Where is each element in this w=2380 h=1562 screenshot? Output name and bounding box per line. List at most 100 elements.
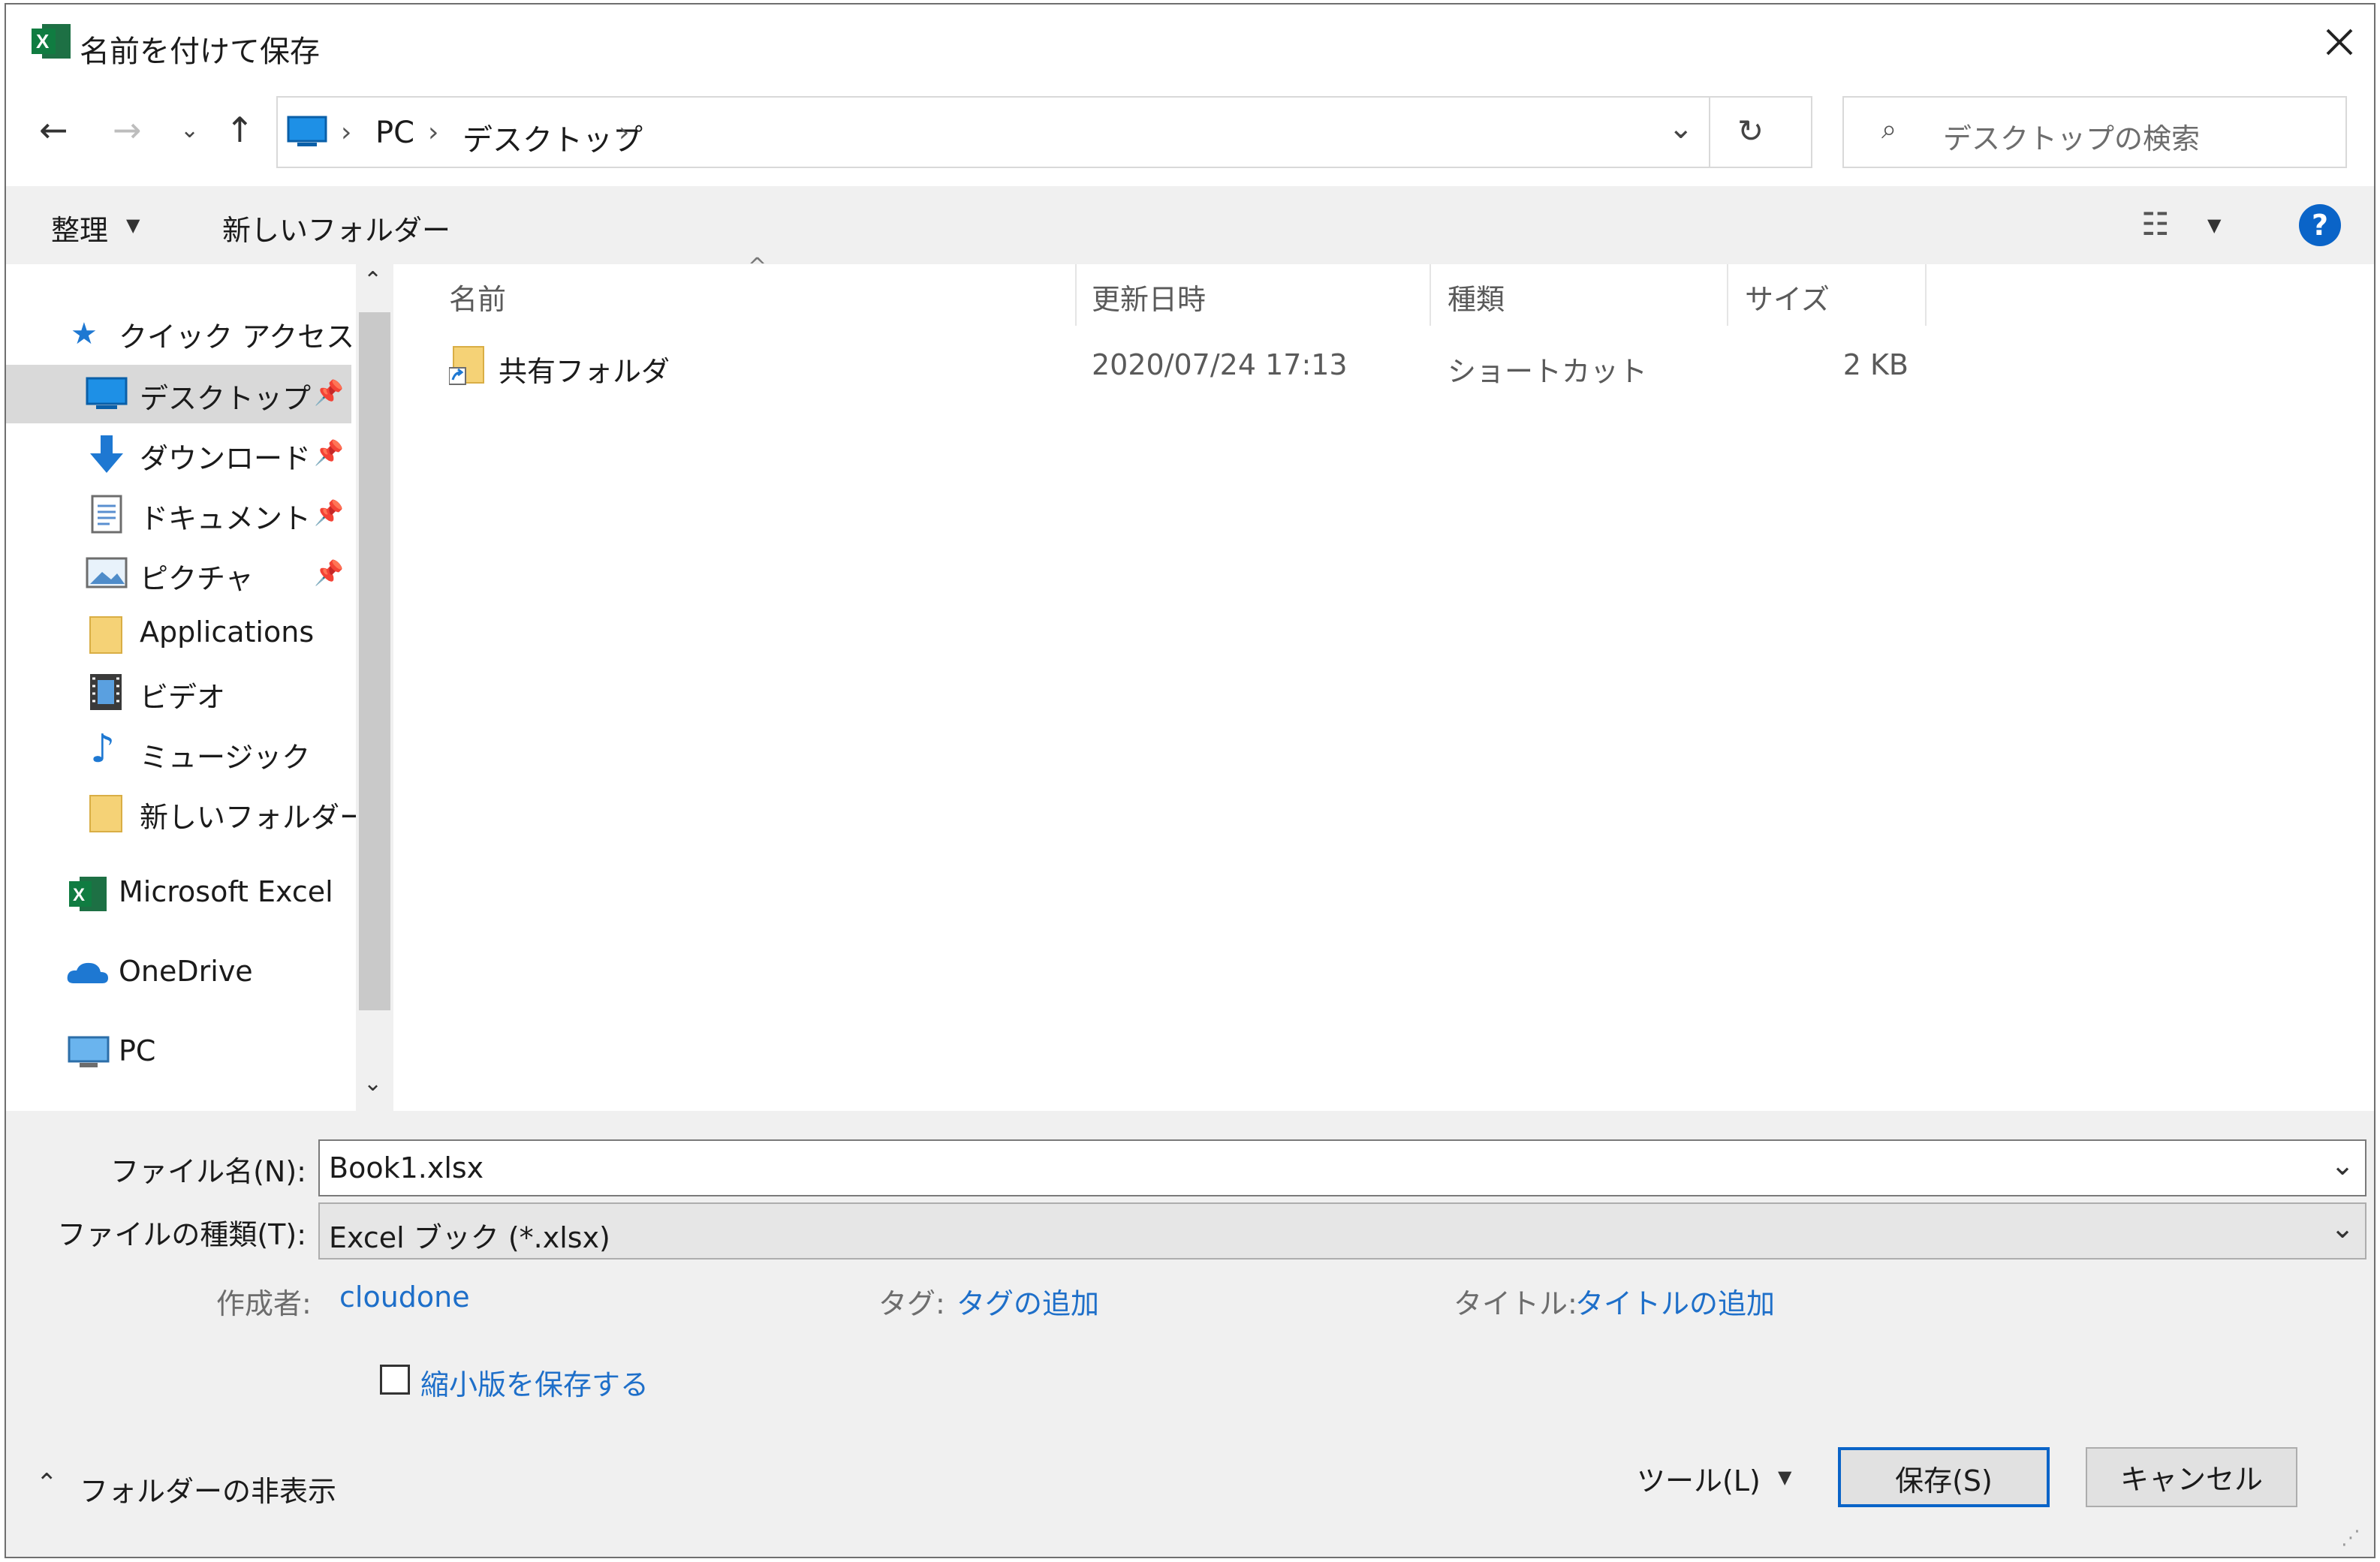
window-title: 名前を付けて保存 (80, 35, 320, 69)
thumbnail-checkbox[interactable] (380, 1365, 410, 1395)
search-placeholder: デスクトップの検索 (1943, 122, 2201, 155)
sidebar-item-label: PC (119, 1034, 156, 1067)
sidebar-item-label: Applications (140, 615, 315, 649)
organize-button[interactable]: 整理 (51, 207, 108, 248)
file-date: 2020/07/24 17:13 (1092, 348, 1348, 381)
picture-icon (86, 557, 128, 588)
command-bar: 整理 ▼ 新しいフォルダー ☷ ▼ ? (6, 186, 2374, 264)
up-icon[interactable]: ↑ (225, 110, 255, 150)
back-icon[interactable]: ← (39, 110, 68, 150)
hide-folders-button[interactable]: フォルダーの非表示 (80, 1468, 336, 1509)
file-size: 2 KB (1842, 348, 1909, 381)
scroll-up-icon[interactable]: ⌃ (363, 267, 382, 293)
filetype-label: ファイルの種類(T): (57, 1218, 306, 1251)
scroll-down-icon[interactable]: ⌄ (363, 1070, 382, 1097)
sidebar-item-desktop[interactable]: デスクトップ 📌 (6, 365, 351, 423)
resize-grip-icon[interactable]: ⋰ (2341, 1527, 2360, 1549)
column-header-type[interactable]: 種類 (1448, 276, 1505, 318)
excel-icon: X (69, 877, 107, 911)
sidebar-item-label: Microsoft Excel (119, 875, 333, 908)
tags-value[interactable]: タグの追加 (957, 1281, 1099, 1322)
filename-input[interactable]: Book1.xlsx ⌄ (318, 1139, 2366, 1196)
chevron-up-icon[interactable]: ⌃ (36, 1468, 58, 1498)
column-header-name[interactable]: 名前 (449, 276, 506, 318)
sidebar-item-documents[interactable]: ドキュメント 📌 (6, 485, 351, 543)
breadcrumb-separator: › (428, 117, 439, 148)
forward-icon[interactable]: → (113, 110, 142, 150)
svg-text:X: X (36, 30, 50, 53)
pin-icon: 📌 (314, 438, 344, 467)
filename-label: ファイル名(N): (110, 1155, 306, 1188)
search-box[interactable]: ⌕ デスクトップの検索 (1842, 96, 2347, 168)
breadcrumb-desktop[interactable]: デスクトップ (462, 116, 643, 159)
sidebar-item-applications[interactable]: Applications (6, 605, 351, 664)
address-dropdown-icon[interactable]: ⌄ (1668, 111, 1694, 146)
sidebar-item-new-folder[interactable]: 新しいフォルダー (6, 784, 368, 842)
author-value[interactable]: cloudone (339, 1281, 470, 1314)
video-icon (90, 674, 122, 710)
view-options-icon[interactable]: ☷ (2141, 206, 2170, 242)
breadcrumb-pc[interactable]: PC (375, 116, 414, 150)
help-icon[interactable]: ? (2299, 204, 2341, 246)
sidebar-item-onedrive[interactable]: OneDrive (6, 944, 351, 1003)
title-value[interactable]: タイトルの追加 (1575, 1281, 1775, 1322)
onedrive-icon (67, 962, 108, 983)
document-icon (91, 495, 122, 534)
sidebar-item-downloads[interactable]: ダウンロード 📌 (6, 425, 351, 483)
thumbnail-label[interactable]: 縮小版を保存する (420, 1362, 649, 1403)
excel-icon: X (32, 24, 71, 59)
folder-icon (89, 616, 122, 654)
recent-locations-icon[interactable]: ⌄ (180, 117, 199, 143)
chevron-down-icon[interactable]: ⌄ (2330, 1211, 2354, 1244)
filename-value: Book1.xlsx (329, 1151, 484, 1184)
column-header-date[interactable]: 更新日時 (1092, 276, 1206, 318)
sidebar-item-label: OneDrive (119, 955, 253, 988)
tools-button[interactable]: ツール(L) (1637, 1458, 1761, 1499)
desktop-icon (287, 116, 327, 146)
save-as-dialog: X 名前を付けて保存 ← → ⌄ ↑ › PC › デスクトップ › ⌄ ↻ ⌕… (5, 3, 2375, 1558)
sidebar-item-pictures[interactable]: ピクチャ 📌 (6, 545, 351, 603)
desktop-icon (86, 377, 128, 409)
tools-dropdown-icon[interactable]: ▼ (1778, 1467, 1791, 1488)
download-icon (90, 435, 123, 473)
sidebar-item-label: ピクチャ (140, 562, 254, 595)
tags-label: タグ: (878, 1287, 945, 1320)
sidebar-item-label: ミュージック (140, 741, 311, 774)
cancel-button[interactable]: キャンセル (2086, 1447, 2297, 1507)
sidebar-item-pc[interactable]: PC (6, 1024, 351, 1082)
pin-icon: 📌 (314, 378, 344, 407)
music-icon: ♪ (90, 727, 116, 772)
file-type: ショートカット (1448, 355, 1648, 388)
navigation-pane: ★ クイック アクセス デスクトップ 📌 ダウンロード 📌 ドキュメント 📌 ピ… (6, 264, 396, 1111)
breadcrumb-separator: › (619, 117, 630, 148)
star-icon: ★ (71, 317, 98, 351)
title-label: タイトル: (1454, 1287, 1577, 1320)
save-button[interactable]: 保存(S) (1838, 1447, 2050, 1507)
sidebar-item-microsoft-excel[interactable]: X Microsoft Excel (6, 865, 351, 923)
nav-pane-scroll-thumb[interactable] (359, 312, 390, 1010)
refresh-icon[interactable]: ↻ (1737, 113, 1764, 149)
sidebar-item-music[interactable]: ♪ ミュージック (6, 724, 351, 782)
filetype-select[interactable]: Excel ブック (*.xlsx) ⌄ (318, 1202, 2366, 1260)
organize-dropdown-icon[interactable]: ▼ (126, 215, 140, 236)
pin-icon: 📌 (314, 558, 344, 587)
quick-access-label[interactable]: クイック アクセス (119, 314, 354, 355)
sidebar-item-videos[interactable]: ビデオ (6, 664, 351, 722)
sidebar-item-label: ドキュメント (140, 502, 312, 535)
close-icon[interactable] (2317, 20, 2362, 65)
chevron-down-icon[interactable]: ⌄ (2330, 1148, 2354, 1181)
folder-icon (89, 795, 122, 832)
search-icon: ⌕ (1881, 114, 1897, 145)
shortcut-folder-icon (449, 346, 484, 385)
pin-icon: 📌 (314, 498, 344, 527)
new-folder-button[interactable]: 新しいフォルダー (222, 207, 450, 248)
sidebar-item-label: 新しいフォルダー (140, 801, 369, 834)
view-dropdown-icon[interactable]: ▼ (2207, 215, 2221, 236)
save-options-panel: ファイル名(N): Book1.xlsx ⌄ ファイルの種類(T): Excel… (6, 1111, 2374, 1557)
column-header-size[interactable]: サイズ (1745, 276, 1830, 318)
address-bar[interactable]: › PC › デスクトップ › ⌄ ↻ (276, 96, 1812, 168)
sidebar-item-label: ダウンロード (140, 442, 312, 475)
sidebar-item-label: ビデオ (140, 681, 226, 714)
sort-ascending-icon: ^ (748, 254, 767, 280)
svg-text:X: X (73, 885, 85, 905)
